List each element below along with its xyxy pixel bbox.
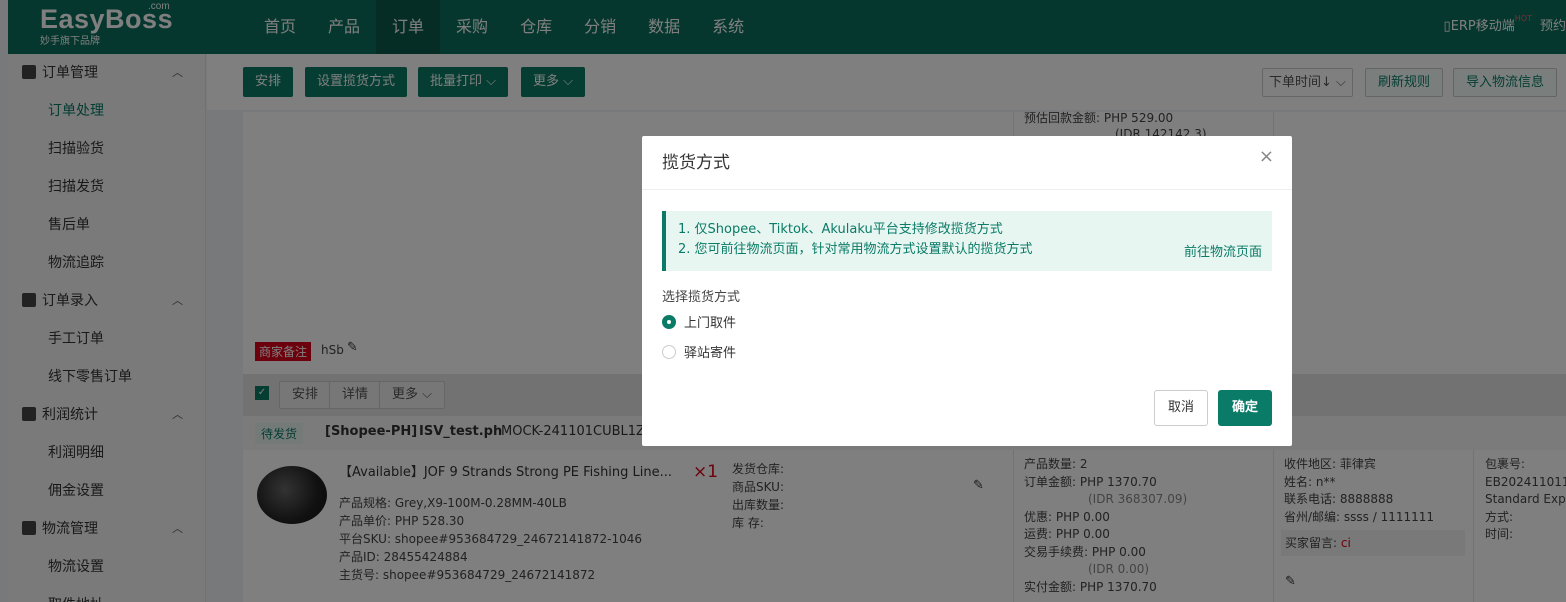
radio-checked-icon <box>662 314 676 329</box>
radio-station-dropoff[interactable]: 驿站寄件 <box>662 342 736 361</box>
radio-door-pickup[interactable]: 上门取件 <box>662 312 736 331</box>
cancel-button[interactable]: 取消 <box>1154 390 1208 426</box>
go-logistics-link[interactable]: 前往物流页面 <box>1184 243 1262 263</box>
radio-unchecked-icon <box>662 344 676 359</box>
pickup-method-label: 选择揽货方式 <box>662 290 741 305</box>
notice-line-2: 2. 您可前往物流页面，针对常用物流方式设置默认的揽货方式 <box>678 242 1033 257</box>
notice-line-1: 1. 仅Shopee、Tiktok、Akulaku平台支持修改揽货方式 <box>678 222 1003 237</box>
dialog-title: 揽货方式 <box>642 136 1292 190</box>
confirm-button[interactable]: 确定 <box>1218 390 1272 426</box>
close-icon[interactable]: × <box>1259 146 1274 167</box>
radio-station-dropoff-label: 驿站寄件 <box>684 346 737 361</box>
dialog-notice: 1. 仅Shopee、Tiktok、Akulaku平台支持修改揽货方式 2. 您… <box>662 211 1272 271</box>
radio-door-pickup-label: 上门取件 <box>684 316 737 331</box>
pickup-method-dialog: 揽货方式 × 1. 仅Shopee、Tiktok、Akulaku平台支持修改揽货… <box>642 136 1292 446</box>
